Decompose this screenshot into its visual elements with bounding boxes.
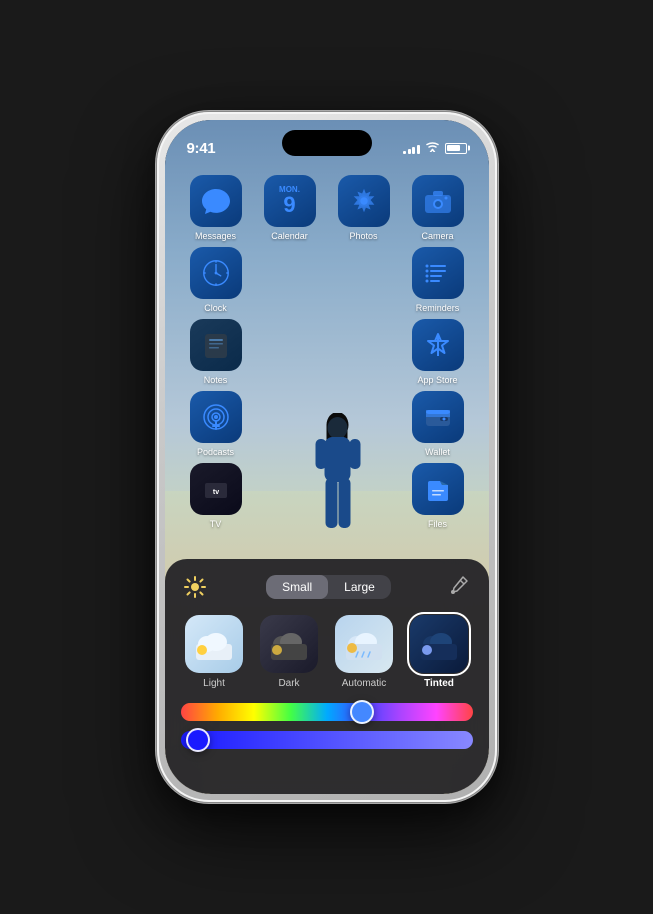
saturation-slider-thumb[interactable] [186, 728, 210, 752]
app-empty-4 [331, 319, 397, 385]
app-reminders[interactable]: Reminders [405, 247, 471, 313]
signal-bar-3 [412, 147, 415, 154]
phone-inner: 9:41 [165, 120, 489, 794]
hue-slider-thumb[interactable] [350, 700, 374, 724]
signal-bar-2 [408, 149, 411, 154]
app-grid: Messages MON. 9 Calendar [165, 175, 489, 535]
app-clock-label: Clock [204, 303, 227, 313]
app-empty-3 [257, 319, 323, 385]
app-empty-1 [257, 247, 323, 313]
app-row-4: Podcasts [179, 391, 475, 457]
signal-bar-4 [417, 145, 420, 154]
app-empty-7 [257, 463, 323, 529]
app-row-5: tv TV [179, 463, 475, 529]
app-empty-2 [331, 247, 397, 313]
bottom-panel: Small Large [165, 559, 489, 794]
variant-auto-label: Automatic [342, 678, 386, 689]
screen: 9:41 [165, 120, 489, 794]
app-tv-label: TV [210, 519, 222, 529]
app-files[interactable]: Files [405, 463, 471, 529]
app-row-1: Messages MON. 9 Calendar [179, 175, 475, 241]
panel-top-row: Small Large [181, 573, 473, 601]
variant-auto-icon [335, 615, 393, 673]
app-messages[interactable]: Messages [183, 175, 249, 241]
variant-dark-label: Dark [278, 678, 299, 689]
svg-text:tv: tv [212, 489, 218, 496]
saturation-slider-container [181, 731, 473, 749]
icon-variants: Light Dark [181, 615, 473, 689]
brightness-icon[interactable] [181, 573, 209, 601]
app-camera-label: Camera [421, 231, 453, 241]
variant-auto-card[interactable]: Automatic [331, 615, 398, 689]
app-photos[interactable]: Photos [331, 175, 397, 241]
variant-light-label: Light [203, 678, 225, 689]
app-wallet[interactable]: Wallet [405, 391, 471, 457]
status-icons [403, 141, 467, 155]
saturation-slider[interactable] [181, 731, 473, 749]
phone-device: 9:41 [157, 112, 497, 802]
app-notes[interactable]: Notes [183, 319, 249, 385]
wifi-icon [425, 141, 440, 155]
app-empty-6 [331, 391, 397, 457]
color-sliders [181, 703, 473, 749]
app-podcasts[interactable]: Podcasts [183, 391, 249, 457]
app-files-label: Files [428, 519, 447, 529]
app-appstore-label: App Store [417, 375, 457, 385]
eyedropper-icon[interactable] [449, 575, 473, 599]
variant-tinted-label: Tinted [424, 678, 454, 689]
app-podcasts-label: Podcasts [197, 447, 234, 457]
app-calendar[interactable]: MON. 9 Calendar [257, 175, 323, 241]
app-calendar-label: Calendar [271, 231, 308, 241]
battery-icon [445, 143, 467, 154]
app-photos-label: Photos [349, 231, 377, 241]
app-reminders-label: Reminders [416, 303, 460, 313]
app-notes-label: Notes [204, 375, 228, 385]
app-camera[interactable]: Camera [405, 175, 471, 241]
size-toggle: Small Large [266, 575, 391, 599]
variant-tinted-icon [410, 615, 468, 673]
app-tv[interactable]: tv TV [183, 463, 249, 529]
app-messages-label: Messages [195, 231, 236, 241]
variant-light-icon [185, 615, 243, 673]
variant-dark-icon [260, 615, 318, 673]
app-row-2: Clock [179, 247, 475, 313]
variant-light-card[interactable]: Light [181, 615, 248, 689]
app-empty-8 [331, 463, 397, 529]
status-time: 9:41 [187, 140, 216, 157]
app-clock[interactable]: Clock [183, 247, 249, 313]
variant-dark-card[interactable]: Dark [256, 615, 323, 689]
dynamic-island [282, 130, 372, 156]
signal-bars [403, 143, 420, 154]
variant-tinted-card[interactable]: Tinted [406, 615, 473, 689]
hue-slider-container [181, 703, 473, 721]
app-appstore[interactable]: App Store [405, 319, 471, 385]
app-wallet-label: Wallet [425, 447, 450, 457]
signal-bar-1 [403, 151, 406, 154]
app-row-3: Notes [179, 319, 475, 385]
hue-slider[interactable] [181, 703, 473, 721]
app-empty-5 [257, 391, 323, 457]
size-small-button[interactable]: Small [266, 575, 328, 599]
size-large-button[interactable]: Large [328, 575, 391, 599]
